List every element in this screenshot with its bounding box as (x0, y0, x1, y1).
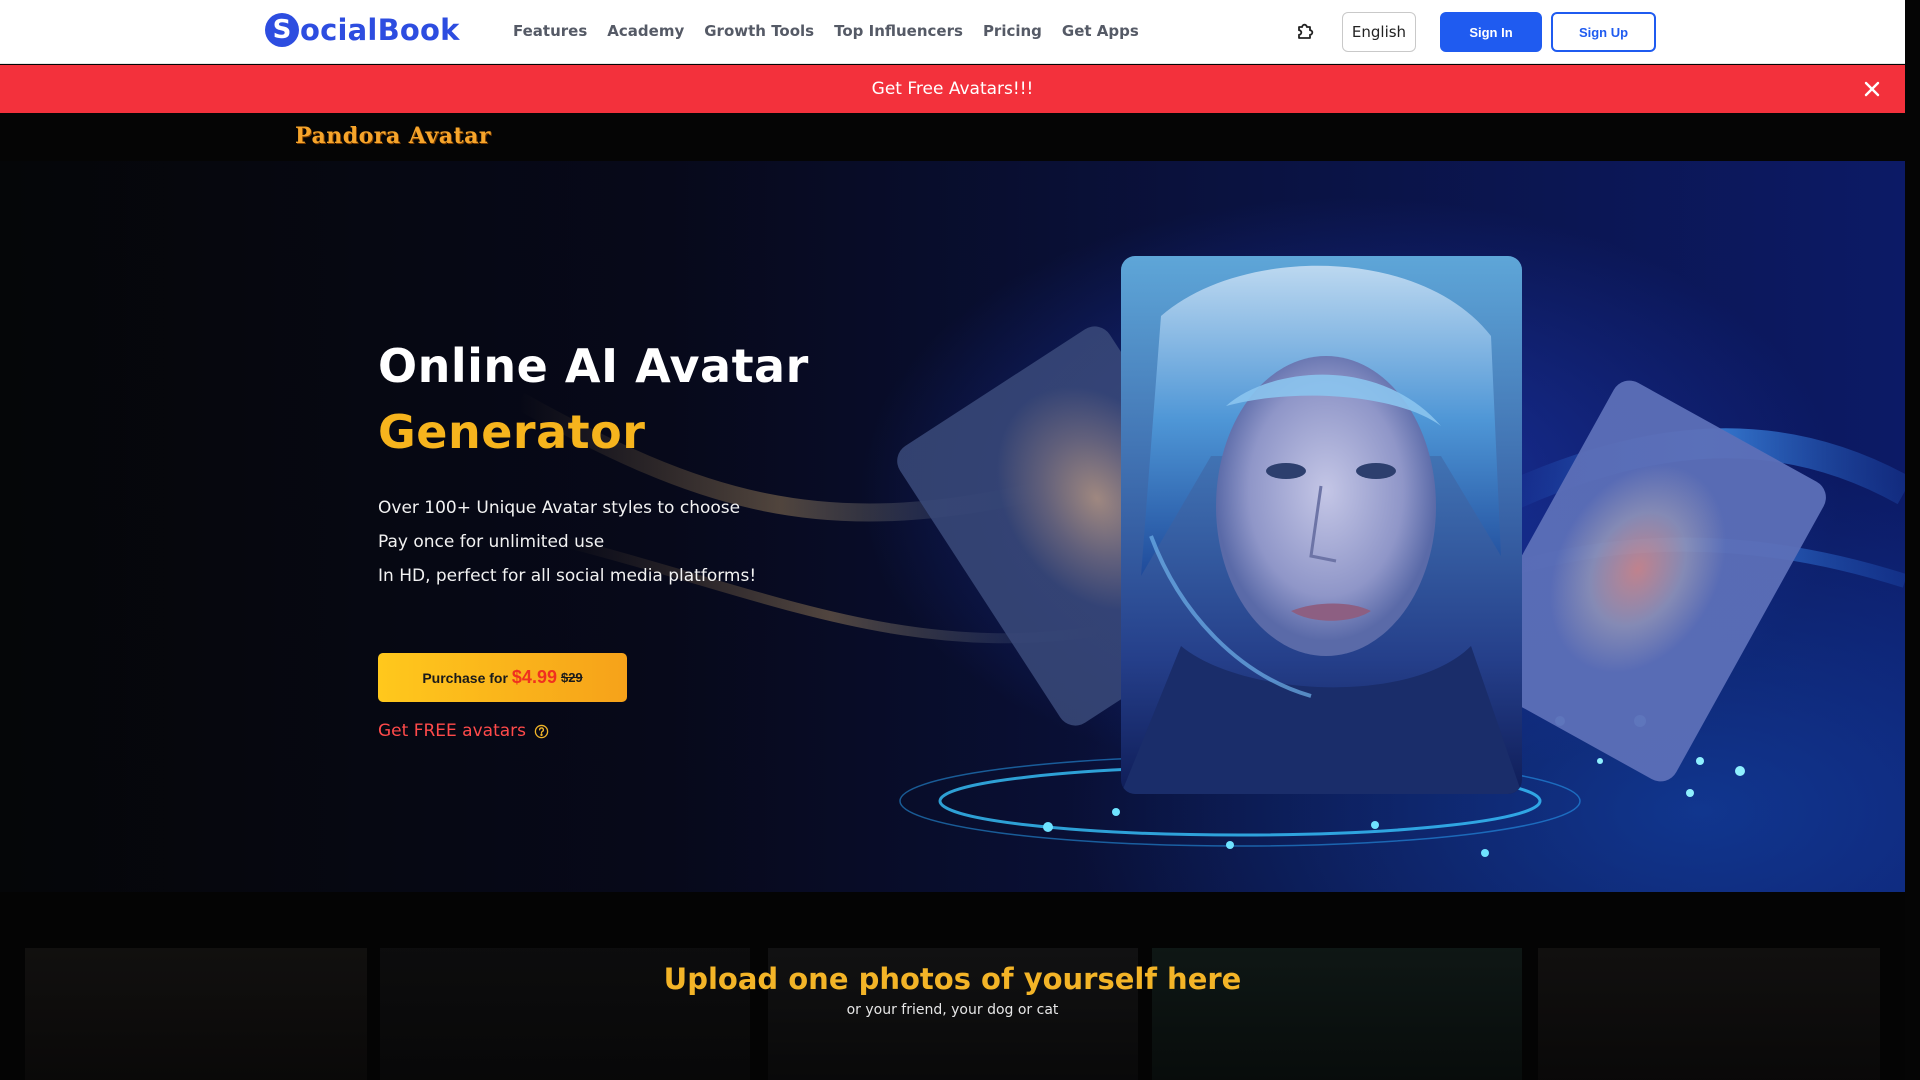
feature-pay-once: Pay once for unlimited use (378, 532, 605, 552)
nav-pricing[interactable]: Pricing (983, 22, 1042, 40)
hero-title: Online AI Avatar (378, 339, 809, 393)
product-strip: Pandora Avatar (0, 113, 1905, 161)
question-circle-icon[interactable] (534, 724, 549, 739)
upload-subtitle: or your friend, your dog or cat (846, 1002, 1059, 1018)
top-navbar: S ocialBook Features Academy Growth Tool… (0, 0, 1905, 64)
nav-get-apps[interactable]: Get Apps (1062, 22, 1139, 40)
avatar-card-main (1121, 256, 1522, 794)
promo-banner: Get Free Avatars!!! (0, 65, 1905, 113)
feature-styles: Over 100+ Unique Avatar styles to choose (378, 498, 741, 518)
main-nav: Features Academy Growth Tools Top Influe… (513, 22, 1139, 40)
logo-text: ocialBook (300, 13, 460, 47)
avatar-portrait-image (1121, 265, 1522, 794)
product-name: Pandora Avatar (295, 123, 491, 149)
nav-academy[interactable]: Academy (607, 22, 684, 40)
sign-up-button[interactable]: Sign Up (1551, 12, 1656, 52)
hero-title-accent: Generator (378, 405, 646, 459)
upload-section: Upload one photos of yourself here or yo… (0, 892, 1905, 1080)
feature-hd: In HD, perfect for all social media plat… (378, 566, 757, 586)
sign-in-button[interactable]: Sign In (1440, 12, 1542, 52)
nav-top-influencers[interactable]: Top Influencers (834, 22, 963, 40)
free-avatars-label: Get FREE avatars (378, 721, 527, 741)
sale-price: $4.99 (511, 667, 557, 687)
nav-features[interactable]: Features (513, 22, 587, 40)
upload-title: Upload one photos of yourself here (663, 962, 1242, 996)
original-price: $29 (560, 670, 583, 685)
promo-banner-link[interactable]: Get Free Avatars!!! (0, 79, 1905, 99)
socialbook-logo[interactable]: S ocialBook (265, 13, 460, 47)
nav-growth-tools[interactable]: Growth Tools (704, 22, 814, 40)
close-icon[interactable] (1860, 77, 1884, 101)
language-selector[interactable]: English (1342, 12, 1416, 52)
free-avatars-link[interactable]: Get FREE avatars (378, 721, 549, 741)
hero-section: Online AI Avatar Generator Over 100+ Uni… (0, 161, 1905, 892)
purchase-label: Purchase for (422, 669, 508, 686)
logo-mark: S (265, 13, 299, 47)
purchase-button[interactable]: Purchase for $4.99 $29 (378, 653, 627, 702)
puzzle-icon[interactable] (1294, 20, 1318, 44)
